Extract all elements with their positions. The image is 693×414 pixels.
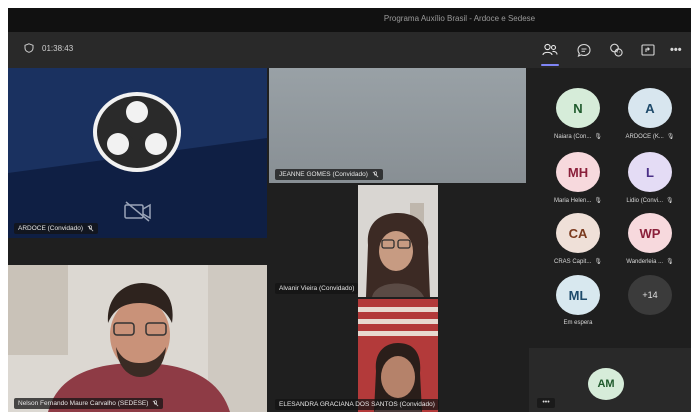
- self-avatar[interactable]: AM: [588, 368, 624, 400]
- camera-off-icon: [124, 201, 151, 222]
- obs-logo-icon: [93, 92, 181, 172]
- tile-name: Alvanir Vieira (Convidado): [279, 285, 355, 292]
- avatar-name-row: Naiara (Con... 🎙︎: [543, 133, 613, 141]
- video-tile-ardoce[interactable]: ARDOCE (Convidado): [8, 68, 267, 238]
- self-view-panel: AM •••: [529, 348, 691, 412]
- tile-name: ARDOCE (Convidado): [18, 225, 84, 232]
- participant-avatar[interactable]: N Naiara (Con... 🎙︎: [543, 88, 613, 140]
- participant-gallery: N Naiara (Con... 🎙︎ A ARDOCE (K... 🎙︎ MH M…: [529, 68, 691, 412]
- meeting-toolbar: 01:38:43 •••: [8, 32, 691, 68]
- avatar-initials: A: [645, 100, 655, 116]
- avatar-name-row: ARDOCE (K... 🎙︎: [615, 133, 685, 141]
- video-feed: [358, 185, 438, 297]
- window-title: Programa Auxílio Brasil - Ardoce e Sedes…: [383, 14, 536, 23]
- meeting-timer: 01:38:43: [24, 43, 73, 53]
- avatar-initials: L: [646, 164, 654, 180]
- shield-icon: [24, 43, 34, 53]
- mic-off-icon: 🎙︎: [666, 259, 674, 265]
- video-feed: [269, 68, 526, 183]
- avatar: ML: [556, 275, 600, 315]
- mic-off-icon: [153, 400, 159, 407]
- video-tile-nelson[interactable]: Nelson Fernando Maure Carvalho (SEDESE): [8, 265, 267, 412]
- avatar-name-row: Wanderleia ... 🎙︎: [615, 258, 685, 266]
- participant-avatar[interactable]: L Lidio (Convi... 🎙︎: [615, 152, 685, 204]
- mic-off-icon: 🎙︎: [594, 198, 602, 204]
- avatar-initials: CA: [568, 225, 588, 241]
- avatar-initials: N: [573, 100, 583, 116]
- avatar: L: [628, 152, 672, 192]
- avatar-name: Naiara (Con...: [554, 133, 592, 140]
- self-initials: AM: [597, 378, 615, 390]
- avatar-initials: WP: [639, 225, 661, 241]
- participant-avatar[interactable]: CA CRAS Capit... 🎙︎: [543, 213, 613, 265]
- avatar: N: [556, 88, 600, 128]
- mic-off-icon: [372, 171, 379, 178]
- teams-window: Programa Auxílio Brasil - Ardoce e Sedes…: [8, 8, 691, 412]
- video-feed: [358, 299, 438, 412]
- mic-off-icon: 🎙︎: [594, 259, 602, 265]
- people-icon[interactable]: [541, 41, 559, 59]
- avatar-name-row: Em espera: [543, 320, 613, 326]
- avatar-name: ARDOCE (K...: [625, 133, 664, 140]
- avatar-name: Lidio (Convi...: [626, 197, 664, 204]
- more-icon[interactable]: •••: [670, 41, 688, 59]
- avatar-name: Wanderleia ...: [626, 258, 664, 265]
- avatar: CA: [556, 213, 600, 253]
- participant-avatar[interactable]: ML Em espera: [543, 275, 613, 326]
- active-tab-indicator: [541, 64, 559, 66]
- mic-off-icon: 🎙︎: [594, 134, 602, 140]
- share-icon[interactable]: [639, 41, 657, 59]
- participant-avatar[interactable]: MH Maria Helen... 🎙︎: [543, 152, 613, 204]
- participant-avatar[interactable]: WP Wanderleia ... 🎙︎: [615, 213, 685, 265]
- video-tile-elesandra[interactable]: ELESANDRA GRACIANA DOS SANTOS (Convidado…: [269, 299, 526, 412]
- avatar: MH: [556, 152, 600, 192]
- tile-name: JEANNE GOMES (Convidado): [279, 171, 368, 178]
- more-participants-button[interactable]: +14: [615, 275, 685, 315]
- video-tile-jeanne[interactable]: JEANNE GOMES (Convidado): [269, 68, 526, 183]
- tile-name: Nelson Fernando Maure Carvalho (SEDESE): [18, 400, 149, 407]
- participant-name-label: Alvanir Vieira (Convidado): [275, 283, 359, 294]
- avatar-name: Em espera: [563, 320, 593, 326]
- video-feed: [8, 265, 267, 412]
- title-bar: Programa Auxílio Brasil - Ardoce e Sedes…: [8, 8, 691, 32]
- reactions-icon[interactable]: [607, 41, 625, 59]
- avatar-name-row: Lidio (Convi... 🎙︎: [615, 197, 685, 205]
- video-tile-alvanir[interactable]: Alvanir Vieira (Convidado): [269, 185, 526, 297]
- avatar-name: CRAS Capit...: [554, 258, 592, 265]
- self-more-button[interactable]: •••: [537, 398, 555, 408]
- mic-off-icon: [87, 225, 94, 232]
- avatar-name: Maria Helen...: [554, 197, 592, 204]
- avatar-initials: MH: [567, 164, 589, 180]
- timer-text: 01:38:43: [42, 43, 74, 53]
- participant-name-label: Nelson Fernando Maure Carvalho (SEDESE): [14, 398, 164, 409]
- participant-avatar[interactable]: A ARDOCE (K... 🎙︎: [615, 88, 685, 140]
- tile-name: ELESANDRA GRACIANA DOS SANTOS (Convidado…: [279, 401, 435, 408]
- participant-name-label: ARDOCE (Convidado): [14, 223, 99, 234]
- overflow-count: +14: [628, 275, 672, 315]
- avatar: A: [628, 88, 672, 128]
- avatar: WP: [628, 213, 672, 253]
- avatar-initials: ML: [568, 287, 588, 303]
- mic-off-icon: 🎙︎: [666, 134, 675, 140]
- avatar-name-row: Maria Helen... 🎙︎: [543, 197, 613, 205]
- chat-icon[interactable]: [575, 41, 593, 59]
- mic-off-icon: 🎙︎: [666, 198, 674, 204]
- participant-name-label: JEANNE GOMES (Convidado): [275, 169, 383, 180]
- participant-name-label: ELESANDRA GRACIANA DOS SANTOS (Convidado…: [275, 399, 439, 410]
- avatar-name-row: CRAS Capit... 🎙︎: [543, 258, 613, 266]
- overflow-count-text: +14: [642, 290, 658, 300]
